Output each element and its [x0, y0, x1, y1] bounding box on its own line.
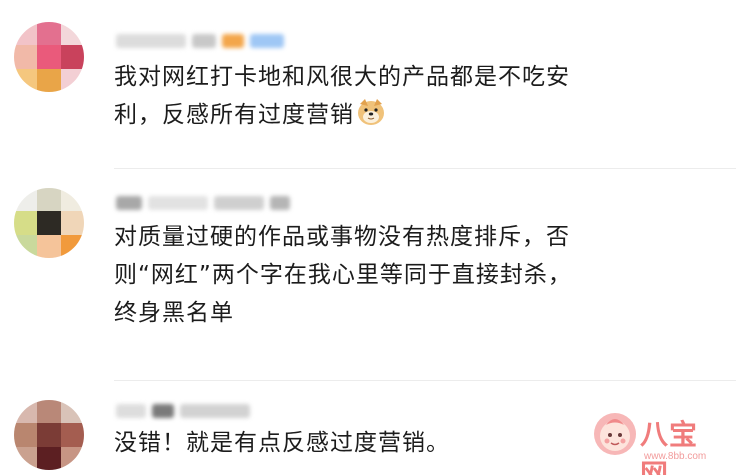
comment-line: 利，反感所有过度营销 — [114, 96, 706, 134]
username-blurred[interactable] — [116, 400, 250, 422]
comment-item: 对质量过硬的作品或事物没有热度排斥，否 则“网红”两个字在我心里等同于直接封杀，… — [0, 170, 736, 382]
username-blurred[interactable] — [116, 30, 284, 52]
comment-item: 我对网红打卡地和风很大的产品都是不吃安 利，反感所有过度营销 — [0, 0, 736, 170]
watermark-url: www.8bb.com — [644, 451, 707, 462]
avatar[interactable] — [14, 22, 84, 92]
username-blurred[interactable] — [116, 192, 290, 214]
divider — [114, 168, 736, 169]
comment-text: 对质量过硬的作品或事物没有热度排斥，否 则“网红”两个字在我心里等同于直接封杀，… — [114, 218, 706, 332]
comment-text: 我对网红打卡地和风很大的产品都是不吃安 利，反感所有过度营销 — [114, 58, 706, 134]
doge-emoji-icon — [358, 99, 384, 125]
comment-line: 终身黑名单 — [114, 300, 234, 326]
watermark: 八宝网 www.8bb.com — [592, 409, 724, 475]
divider — [114, 380, 736, 381]
avatar[interactable] — [14, 400, 84, 470]
comment-line: 我对网红打卡地和风很大的产品都是不吃安 — [114, 64, 570, 90]
comment-line: 则“网红”两个字在我心里等同于直接封杀， — [114, 262, 572, 288]
comment-line: 对质量过硬的作品或事物没有热度排斥，否 — [114, 224, 570, 250]
watermark-brand: 八宝网 — [640, 418, 699, 475]
avatar[interactable] — [14, 188, 84, 258]
baby-logo-icon — [594, 413, 636, 455]
